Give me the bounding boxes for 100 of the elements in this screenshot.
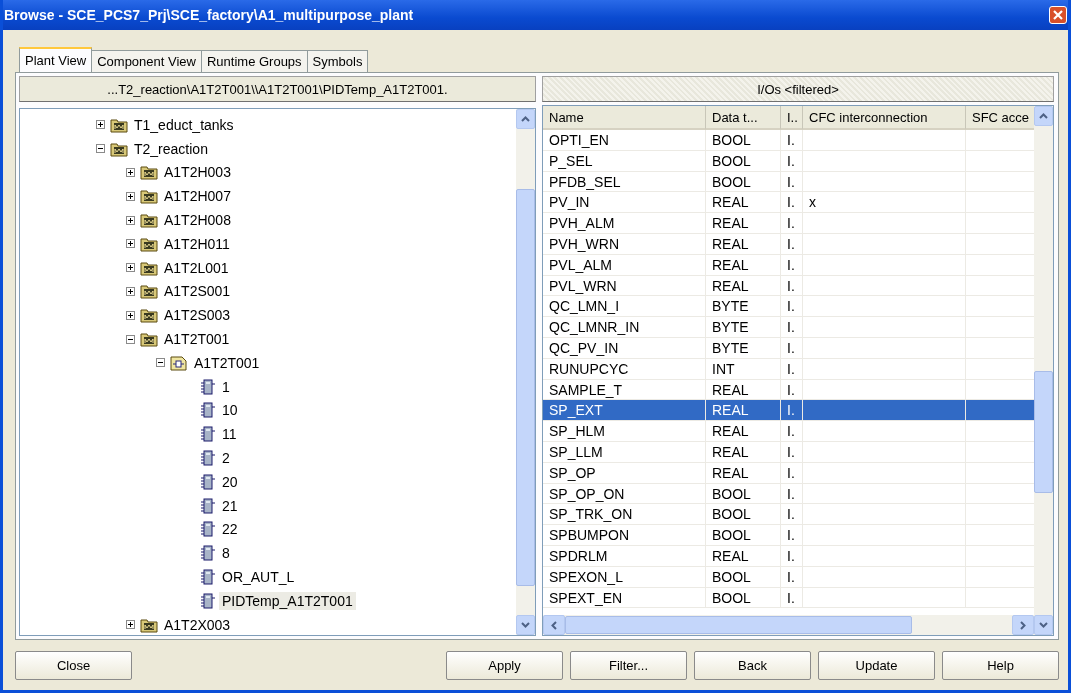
column-header[interactable]: Data t... <box>706 106 781 130</box>
column-header[interactable]: CFC interconnection <box>803 106 966 130</box>
table-cell: PVL_ALM <box>549 256 613 273</box>
table-cell: I. <box>787 402 795 419</box>
tree-item[interactable]: 21 <box>219 496 241 515</box>
table-cell: RUNUPCYC <box>549 360 629 377</box>
table-cell: I. <box>787 256 795 273</box>
tree-item[interactable]: 22 <box>219 520 241 539</box>
table-cell: REAL <box>712 547 749 564</box>
table-cell: PVH_ALM <box>549 215 615 232</box>
table-cell: I. <box>787 236 795 252</box>
tree-item[interactable]: 10 <box>219 401 241 420</box>
table-cell: I. <box>787 485 795 502</box>
table-cell: BOOL <box>712 568 751 585</box>
dialog-button[interactable]: Update <box>818 650 935 680</box>
table-cell: SPEXON_L <box>549 568 623 585</box>
table-cell: SP_OP_ON <box>549 485 625 502</box>
table-cell: I. <box>787 173 795 190</box>
table-cell: REAL <box>712 277 749 294</box>
table-cell: P_SEL <box>549 152 593 169</box>
table-cell: I. <box>787 194 795 211</box>
tab[interactable]: Plant View <box>19 47 93 72</box>
table-cell: I. <box>787 464 795 481</box>
tree-item[interactable]: A1T2H007 <box>161 187 234 206</box>
table-cell: I. <box>787 277 795 294</box>
table-cell: I. <box>787 215 795 232</box>
table-cell: QC_PV_IN <box>549 339 619 356</box>
table-cell: REAL <box>712 423 749 440</box>
table-cell: QC_LMNR_IN <box>549 319 640 336</box>
table-cell: I. <box>787 589 795 606</box>
tree-item[interactable]: 2 <box>219 449 233 468</box>
table-cell: INT <box>712 360 735 377</box>
table-cell: I. <box>787 547 795 564</box>
table-cell: SP_HLM <box>549 423 606 440</box>
tree-item[interactable]: A1T2T001 <box>161 330 233 349</box>
table-cell: REAL <box>712 256 749 273</box>
table-cell: BOOL <box>712 506 751 523</box>
tree-item[interactable]: A1T2H003 <box>161 163 234 182</box>
table-cell: BOOL <box>712 589 751 606</box>
table-cell: BOOL <box>712 527 751 544</box>
table-cell: OPTI_EN <box>549 132 609 148</box>
table-cell: SP_LLM <box>549 443 603 460</box>
table-cell: I. <box>787 319 795 336</box>
tree-item[interactable]: A1T2H008 <box>161 211 234 230</box>
tree-item[interactable]: 8 <box>219 544 233 563</box>
table-cell: SP_OP <box>549 464 596 481</box>
column-header[interactable]: Name <box>543 106 706 130</box>
table-cell: SPDRLM <box>549 547 608 564</box>
table-cell: REAL <box>712 194 749 211</box>
column-header[interactable]: I.. <box>781 106 803 130</box>
tree-item[interactable]: A1T2H011 <box>161 234 233 253</box>
tree-item[interactable]: T2_reaction <box>131 139 211 158</box>
tree-item[interactable]: 20 <box>219 472 241 491</box>
tree-item[interactable]: A1T2X003 <box>161 615 234 634</box>
table-row[interactable]: SP_EXT REAL I. <box>543 400 1034 422</box>
table-cell: I. <box>787 527 795 544</box>
tree-item[interactable]: A1T2L001 <box>161 258 232 277</box>
table-cell: BOOL <box>712 152 751 169</box>
dialog-button[interactable]: Close <box>15 650 132 680</box>
table-cell: SAMPLE_T <box>549 381 623 398</box>
dialog-button[interactable]: Help <box>942 650 1059 680</box>
window-title: Browse - SCE_PCS7_Prj\SCE_factory\A1_multipurpose_plant <box>4 7 414 23</box>
tree-item[interactable]: T1_educt_tanks <box>131 115 237 134</box>
table-cell: x <box>809 194 816 211</box>
table-cell: SPEXT_EN <box>549 589 623 606</box>
table-cell: I. <box>787 423 795 440</box>
tab[interactable]: Runtime Groups <box>200 50 308 72</box>
table-cell: PFDB_SEL <box>549 173 621 190</box>
table-cell: SP_EXT <box>549 402 603 419</box>
table-cell: I. <box>787 360 795 377</box>
table-cell: REAL <box>712 402 749 419</box>
tree-item[interactable]: 11 <box>219 425 240 444</box>
dialog-button[interactable]: Apply <box>446 650 563 680</box>
table-cell: I. <box>787 443 795 460</box>
table-cell: BYTE <box>712 319 749 336</box>
dialog-button[interactable]: Back <box>694 650 811 680</box>
table-cell: BOOL <box>712 173 751 190</box>
table-cell: REAL <box>712 464 749 481</box>
table-cell: REAL <box>712 236 749 252</box>
table-cell: REAL <box>712 215 749 232</box>
tree-item[interactable]: 1 <box>219 377 233 396</box>
table-cell: I. <box>787 381 795 398</box>
table-cell: I. <box>787 152 795 169</box>
table-cell: I. <box>787 339 795 356</box>
table-cell: PVH_WRN <box>549 236 619 252</box>
tab[interactable]: Symbols <box>306 50 369 72</box>
table-cell: QC_LMN_I <box>549 298 620 315</box>
tree-item[interactable]: PIDTemp_A1T2T001 <box>219 591 356 610</box>
table-cell: REAL <box>712 443 749 460</box>
tree-item[interactable]: A1T2T001 <box>191 353 263 372</box>
tree-item[interactable]: A1T2S001 <box>161 282 234 301</box>
path-header: ...T2_reaction\A1T2T001\\A1T2T001\PIDTemp_A1T2T001. <box>19 76 536 102</box>
table-cell: REAL <box>712 381 749 398</box>
tree-item[interactable]: A1T2S003 <box>161 306 234 325</box>
tab[interactable]: Component View <box>91 50 202 72</box>
dialog-button[interactable]: Filter... <box>570 650 687 680</box>
column-header[interactable]: SFC acce <box>966 106 1034 130</box>
table-cell: BYTE <box>712 298 749 315</box>
tree-item[interactable]: OR_AUT_L <box>219 568 298 587</box>
table-cell: SP_TRK_ON <box>549 506 633 523</box>
